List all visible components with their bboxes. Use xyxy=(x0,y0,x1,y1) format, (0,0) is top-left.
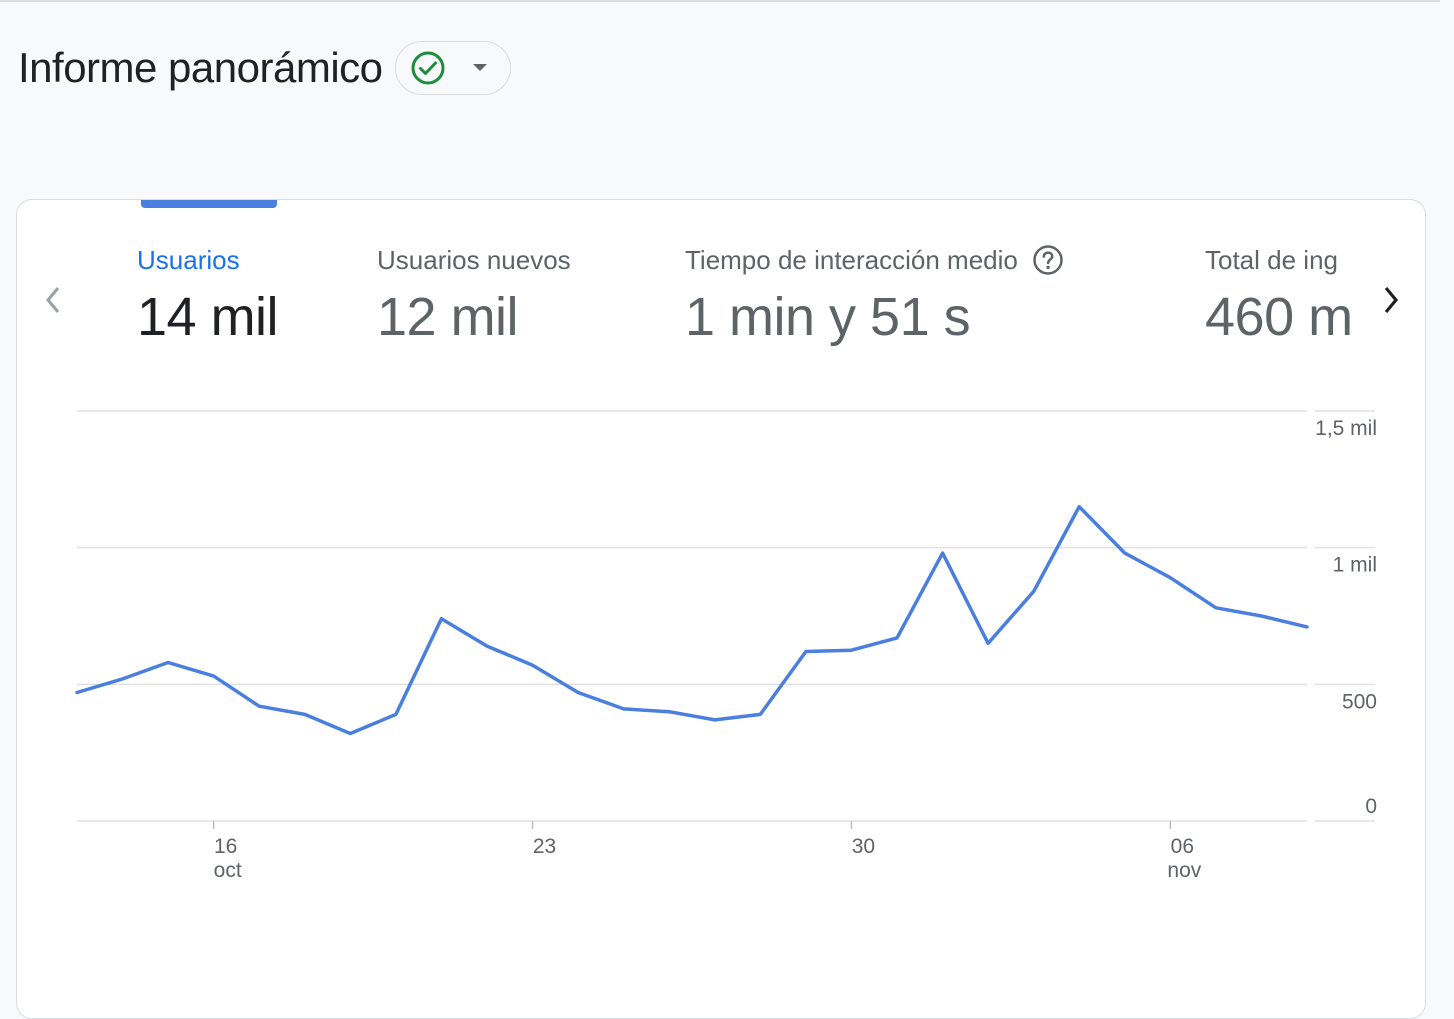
x-tick-label-month: nov xyxy=(1167,859,1201,882)
y-tick-label: 1 mil xyxy=(1333,554,1377,577)
series-line xyxy=(75,504,1309,736)
x-tick-label-day: 06 xyxy=(1171,835,1194,858)
x-tick-label-day: 23 xyxy=(533,835,556,858)
users-line-chart: 0 500 1 mil 1,5 mil 16oct 23 30 06nov xyxy=(75,410,1377,882)
y-tick-label: 1,5 mil xyxy=(1315,417,1377,440)
x-tick-label-day: 16 xyxy=(214,835,237,858)
caret-down-icon xyxy=(472,64,487,71)
overview-card: Usuarios 14 mil Usuarios nuevos 12 mil T… xyxy=(16,199,1426,1019)
y-tick-label: 0 xyxy=(1365,795,1377,818)
y-tick-label: 500 xyxy=(1342,690,1377,713)
page-title: Informe panorámico xyxy=(18,44,383,91)
x-tick-label-day: 30 xyxy=(852,835,875,858)
top-divider xyxy=(0,0,1440,2)
report-status-dropdown[interactable] xyxy=(394,41,511,95)
header: Informe panorámico xyxy=(18,40,511,96)
check-circle-icon xyxy=(411,51,445,85)
x-tick-label-month: oct xyxy=(214,859,242,882)
